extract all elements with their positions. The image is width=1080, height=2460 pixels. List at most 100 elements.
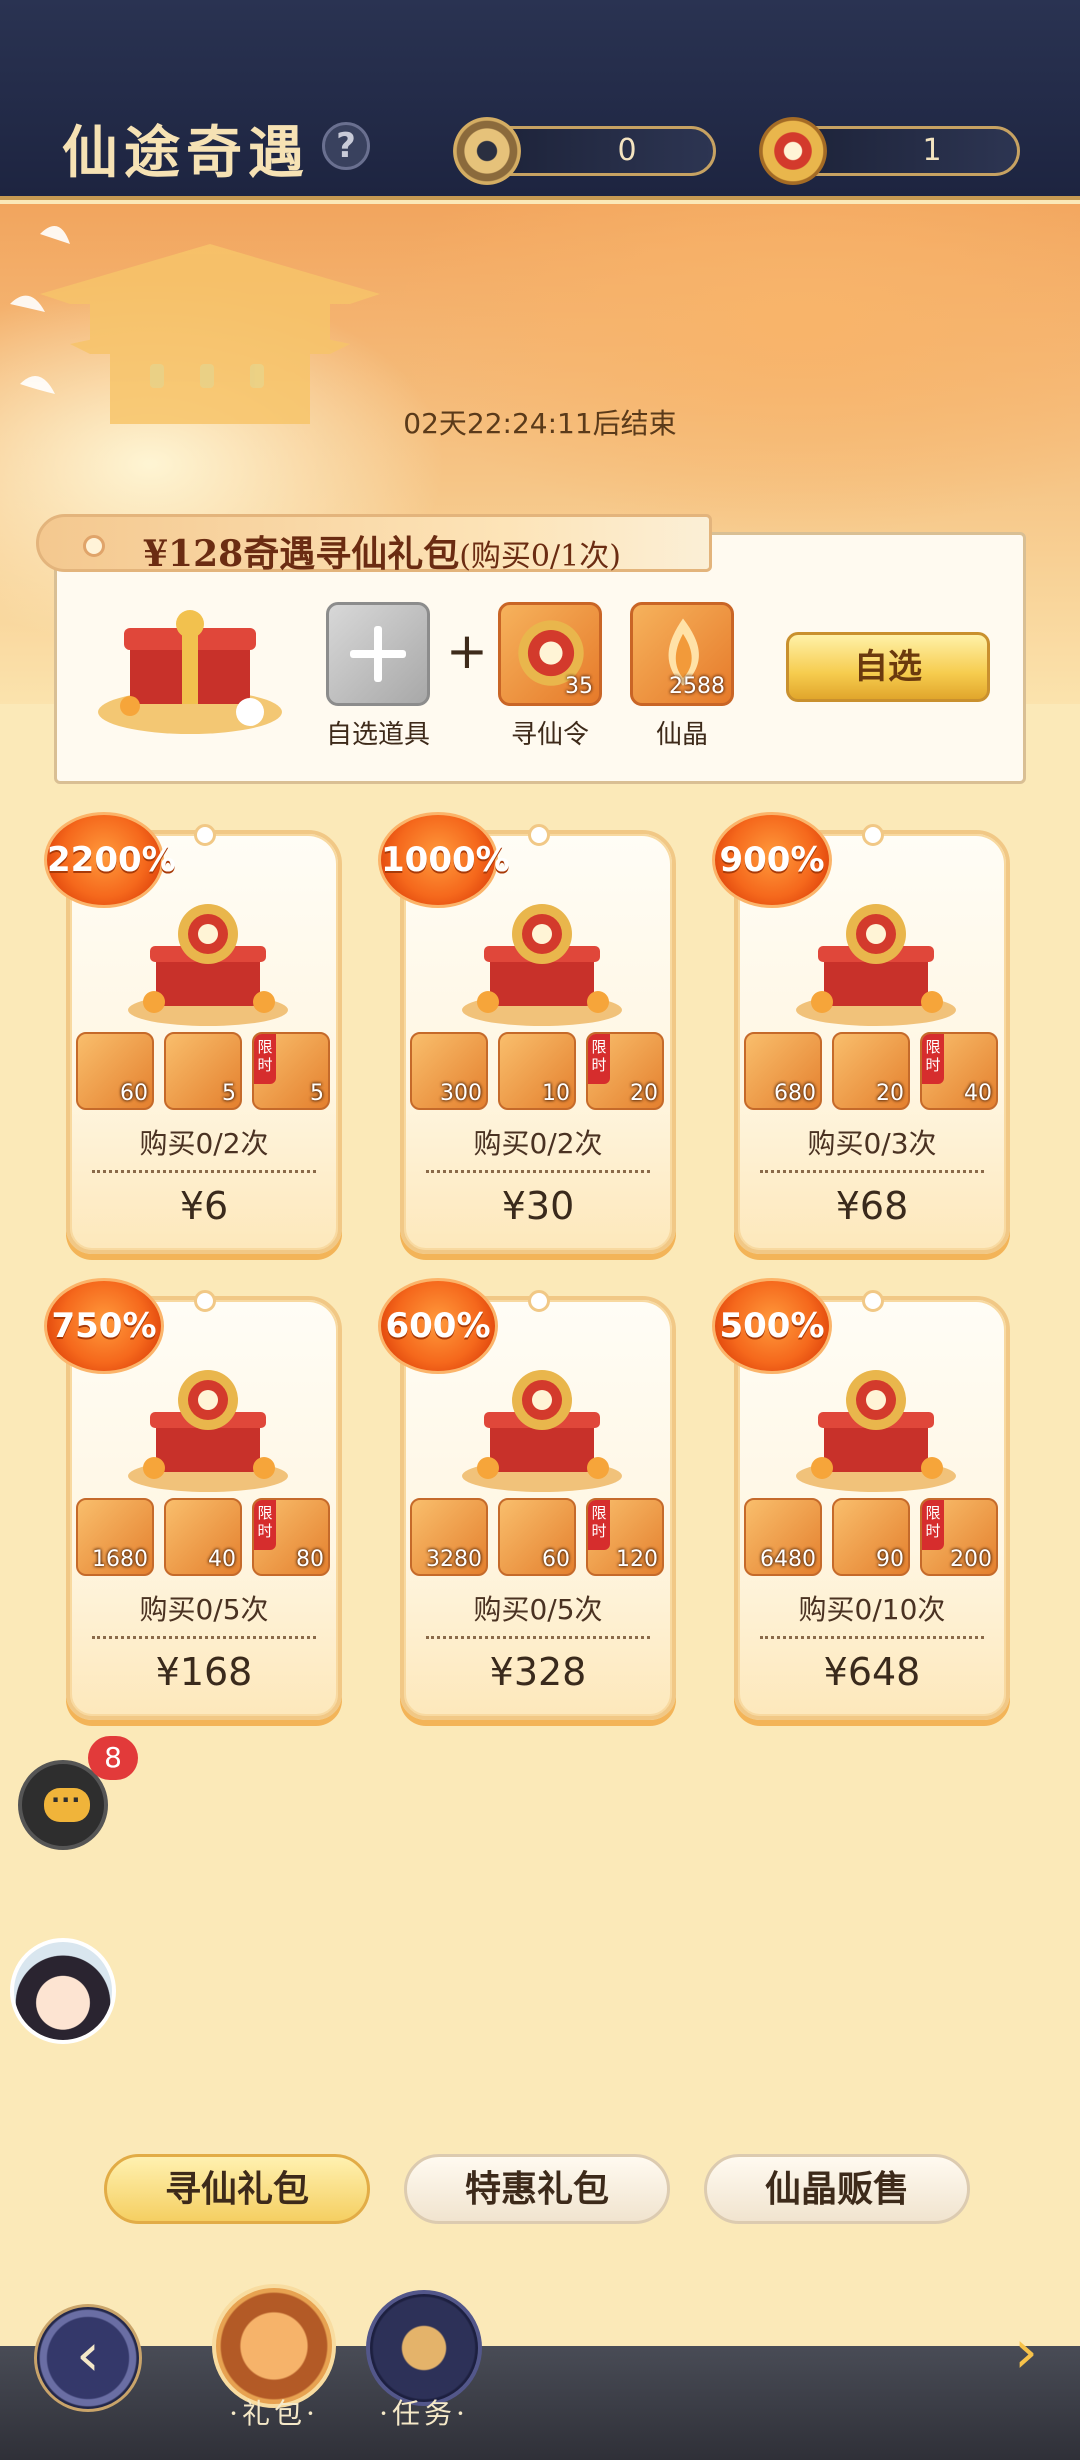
- xun-xian-ling-item[interactable]: 10: [498, 1032, 576, 1110]
- xun-xian-ling-slot[interactable]: 35: [498, 602, 602, 706]
- bundle-limit: (购买0/1次): [459, 539, 621, 574]
- bundle-title: ¥128奇遇寻仙礼包: [143, 533, 460, 575]
- xian-jing-slot[interactable]: 2588: [630, 602, 734, 706]
- xian-jing-item[interactable]: 60: [76, 1032, 154, 1110]
- purchase-limit: 购买0/10次: [798, 1593, 946, 1626]
- currency-xun-xian-coin[interactable]: 0: [453, 117, 716, 185]
- item-count: 3280: [426, 1547, 482, 1572]
- question-mark-icon[interactable]: ?: [322, 122, 370, 170]
- xian-jing-item[interactable]: 6480: [744, 1498, 822, 1576]
- xun-xian-ling-item[interactable]: 90: [832, 1498, 910, 1576]
- chat-unread-badge: 8: [88, 1736, 138, 1780]
- item-count: 680: [774, 1081, 816, 1106]
- limited-time-tag: 限时: [922, 1500, 944, 1550]
- xian-jing-item[interactable]: 680: [744, 1032, 822, 1110]
- divider: [426, 1636, 650, 1639]
- select-item-slot[interactable]: [326, 602, 430, 706]
- price-button[interactable]: ¥6: [70, 1184, 338, 1228]
- plus-symbol: +: [446, 622, 488, 680]
- xian-jing-item[interactable]: 3280: [410, 1498, 488, 1576]
- slot-count: 35: [565, 674, 593, 699]
- item-count: 200: [950, 1547, 992, 1572]
- gift-chest-icon: [98, 610, 282, 734]
- divider: [760, 1170, 984, 1173]
- item-count: 5: [310, 1081, 324, 1106]
- limited-time-tag: 限时: [588, 1034, 610, 1084]
- limited-time-tag: 限时: [588, 1500, 610, 1550]
- item-count: 60: [120, 1081, 148, 1106]
- limited-time-tag: 限时: [254, 1500, 276, 1550]
- currency-value: 0: [617, 133, 637, 168]
- limited-time-tag: 限时: [254, 1034, 276, 1084]
- card-pin-decoration: [528, 1290, 550, 1312]
- xun-xian-ling-item[interactable]: 20: [832, 1032, 910, 1110]
- treasure-chest-icon: [462, 1370, 622, 1492]
- next-arrow-icon[interactable]: ›: [1014, 2322, 1038, 2382]
- nav-task-button[interactable]: [366, 2290, 482, 2406]
- item-count: 120: [616, 1547, 658, 1572]
- tab-special-offer[interactable]: 特惠礼包: [404, 2154, 670, 2224]
- item-count: 60: [542, 1547, 570, 1572]
- card-pin-decoration: [862, 824, 884, 846]
- nav-gift-button[interactable]: [212, 2284, 336, 2408]
- page-title: 仙途奇遇: [62, 120, 310, 186]
- item-count: 20: [630, 1081, 658, 1106]
- slot-count: 2588: [669, 674, 725, 699]
- purchase-limit: 购买0/5次: [473, 1593, 603, 1626]
- item-count: 300: [440, 1081, 482, 1106]
- treasure-chest-icon: [462, 904, 622, 1026]
- treasure-chest-icon: [128, 1370, 288, 1492]
- slot-label: 仙晶: [655, 720, 708, 750]
- purchase-limit: 购买0/2次: [139, 1127, 269, 1160]
- currency-xun-xian-ling[interactable]: 1: [759, 117, 1020, 185]
- top-bar: 仙途奇遇 ? 0 1: [0, 0, 1080, 200]
- price-button[interactable]: ¥648: [738, 1650, 1006, 1694]
- tab-xun-xian-gift[interactable]: 寻仙礼包: [104, 2154, 370, 2224]
- item-count: 1680: [92, 1547, 148, 1572]
- divider: [92, 1636, 316, 1639]
- item-count: 5: [222, 1081, 236, 1106]
- price-button[interactable]: ¥168: [70, 1650, 338, 1694]
- choose-button[interactable]: 自选: [786, 632, 990, 702]
- item-count: 80: [296, 1547, 324, 1572]
- xian-jing-item[interactable]: 300: [410, 1032, 488, 1110]
- card-pin-decoration: [528, 824, 550, 846]
- divider: [760, 1636, 984, 1639]
- purchase-limit: 购买0/5次: [139, 1593, 269, 1626]
- limited-item[interactable]: 限时 20: [586, 1032, 664, 1110]
- limited-item[interactable]: 限时 5: [252, 1032, 330, 1110]
- product-card[interactable]: 500% 6480 90 限时 200 购买0/10次 ¥648: [712, 1278, 1010, 1720]
- card-pin-decoration: [862, 1290, 884, 1312]
- back-arrow-icon[interactable]: ‹: [34, 2304, 142, 2412]
- divider: [92, 1170, 316, 1173]
- treasure-chest-icon: [128, 904, 288, 1026]
- product-card[interactable]: 600% 3280 60 限时 120 购买0/5次 ¥328: [378, 1278, 676, 1720]
- event-countdown: 02天22:24:11后结束: [403, 407, 677, 440]
- product-card[interactable]: 900% 680 20 限时 40 购买0/3次 ¥68: [712, 812, 1010, 1254]
- xian-jing-item[interactable]: 1680: [76, 1498, 154, 1576]
- currency-value: 1: [922, 133, 942, 168]
- price-button[interactable]: ¥30: [404, 1184, 672, 1228]
- card-pin-decoration: [194, 824, 216, 846]
- limited-item[interactable]: 限时 200: [920, 1498, 998, 1576]
- avatar[interactable]: [10, 1938, 116, 2044]
- featured-bundle-title: ¥128奇遇寻仙礼包(购买0/1次): [36, 514, 712, 575]
- slot-label: 自选道具: [325, 720, 430, 750]
- xun-xian-ling-item[interactable]: 60: [498, 1498, 576, 1576]
- card-pin-decoration: [194, 1290, 216, 1312]
- price-button[interactable]: ¥68: [738, 1184, 1006, 1228]
- product-card[interactable]: 750% 1680 40 限时 80 购买0/5次 ¥168: [44, 1278, 342, 1720]
- item-count: 6480: [760, 1547, 816, 1572]
- limited-item[interactable]: 限时 80: [252, 1498, 330, 1576]
- price-button[interactable]: ¥328: [404, 1650, 672, 1694]
- nav-gift-label: ·礼包·: [229, 2397, 319, 2430]
- product-card[interactable]: 2200% 60 5 限时 5 购买0/2次 ¥6: [44, 812, 342, 1254]
- xun-xian-ling-item[interactable]: 40: [164, 1498, 242, 1576]
- xun-xian-ling-item[interactable]: 5: [164, 1032, 242, 1110]
- tab-crystal-sale[interactable]: 仙晶贩售: [704, 2154, 970, 2224]
- plus-icon: [350, 626, 406, 682]
- treasure-chest-icon: [796, 904, 956, 1026]
- product-card[interactable]: 1000% 300 10 限时 20 购买0/2次 ¥30: [378, 812, 676, 1254]
- limited-item[interactable]: 限时 40: [920, 1032, 998, 1110]
- limited-item[interactable]: 限时 120: [586, 1498, 664, 1576]
